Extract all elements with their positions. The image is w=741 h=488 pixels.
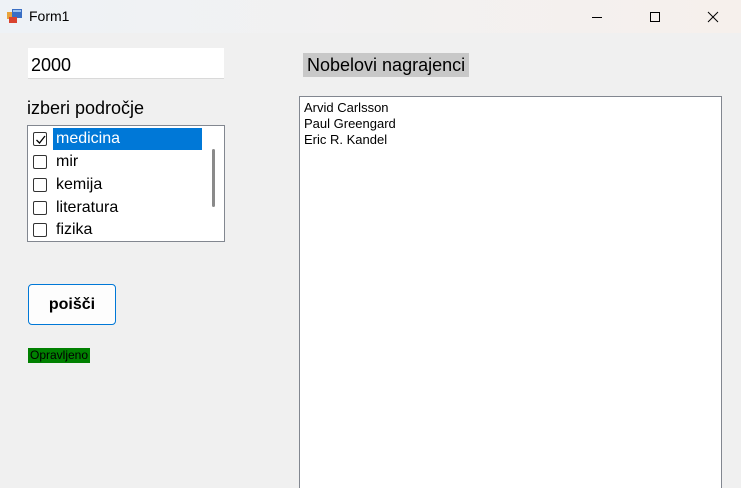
checkbox[interactable]	[33, 155, 47, 169]
maximize-icon	[650, 11, 660, 22]
checklist-item-fizika[interactable]: fizika	[32, 219, 202, 241]
year-input[interactable]	[28, 48, 224, 79]
results-label: Nobelovi nagrajenci	[303, 53, 470, 77]
checkbox[interactable]	[33, 201, 47, 215]
results-listbox[interactable]: Arvid Carlsson Paul Greengard Eric R. Ka…	[299, 96, 722, 488]
checklist-item-kemija[interactable]: kemija	[32, 174, 202, 196]
list-item[interactable]: Arvid Carlsson	[304, 100, 721, 116]
search-button[interactable]: poišči	[28, 284, 116, 325]
close-icon	[707, 11, 719, 22]
checklist-item-mir[interactable]: mir	[32, 151, 202, 173]
checkbox[interactable]	[33, 223, 47, 237]
app-icon	[7, 8, 23, 24]
window-title: Form1	[29, 8, 70, 24]
checklist-item-label: fizika	[56, 221, 93, 238]
checklist-item-label: mir	[56, 153, 79, 170]
checklist-item-label: kemija	[56, 176, 103, 193]
close-button[interactable]	[684, 0, 741, 33]
minimize-icon	[592, 16, 602, 18]
scrollbar-thumb[interactable]	[212, 149, 215, 207]
minimize-button[interactable]	[568, 0, 626, 33]
checkbox-checked[interactable]	[33, 132, 47, 146]
status-label: Opravljeno	[28, 348, 91, 363]
checkbox[interactable]	[33, 178, 47, 192]
field-checklist[interactable]: medicina mir kemija literatura fizika	[27, 125, 225, 242]
field-label: izberi področje	[27, 98, 145, 118]
checklist-item-label: literatura	[56, 199, 119, 216]
checklist-item-literatura[interactable]: literatura	[32, 197, 202, 219]
checklist-item-medicina[interactable]: medicina	[32, 128, 202, 150]
title-bar: Form1	[0, 0, 741, 33]
check-icon	[36, 135, 46, 144]
list-item[interactable]: Paul Greengard	[304, 116, 721, 132]
checklist-item-label: medicina	[53, 128, 202, 150]
maximize-button[interactable]	[626, 0, 684, 33]
list-item[interactable]: Eric R. Kandel	[304, 132, 721, 148]
